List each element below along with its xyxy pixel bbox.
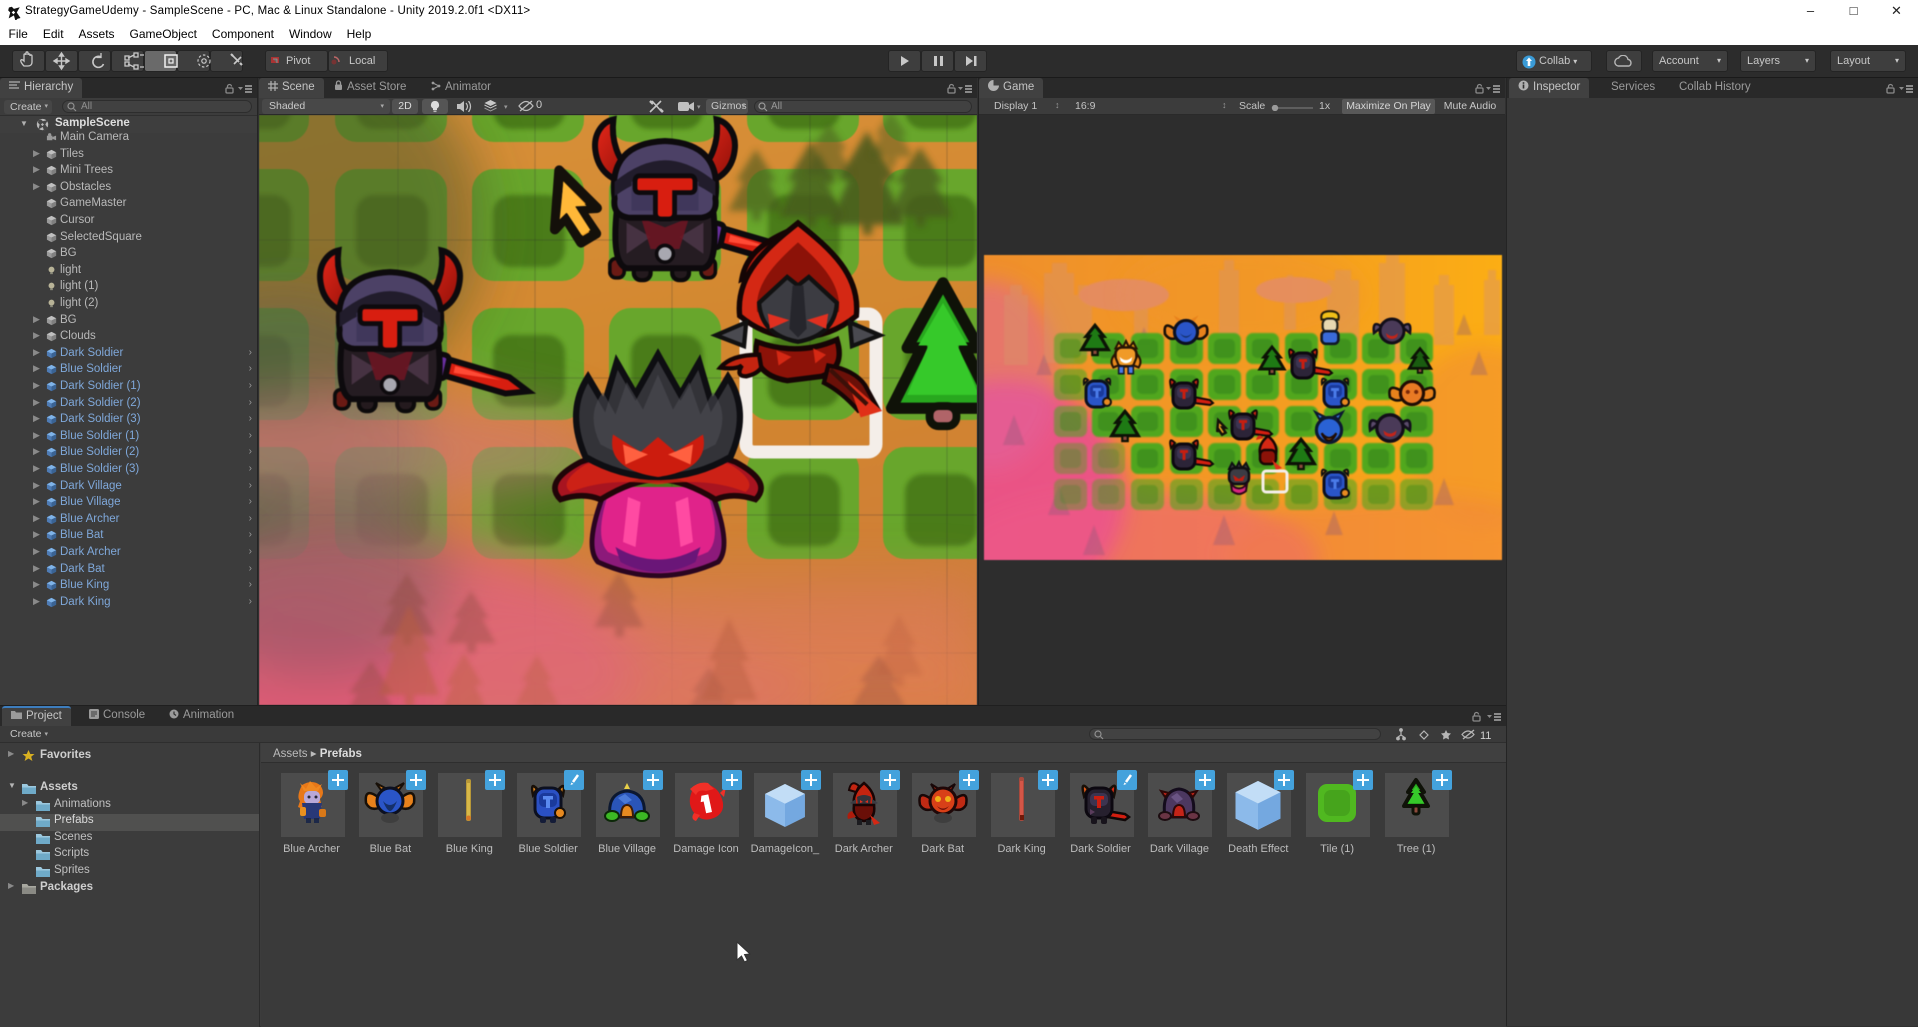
- svg-text:11: 11: [1480, 730, 1491, 741]
